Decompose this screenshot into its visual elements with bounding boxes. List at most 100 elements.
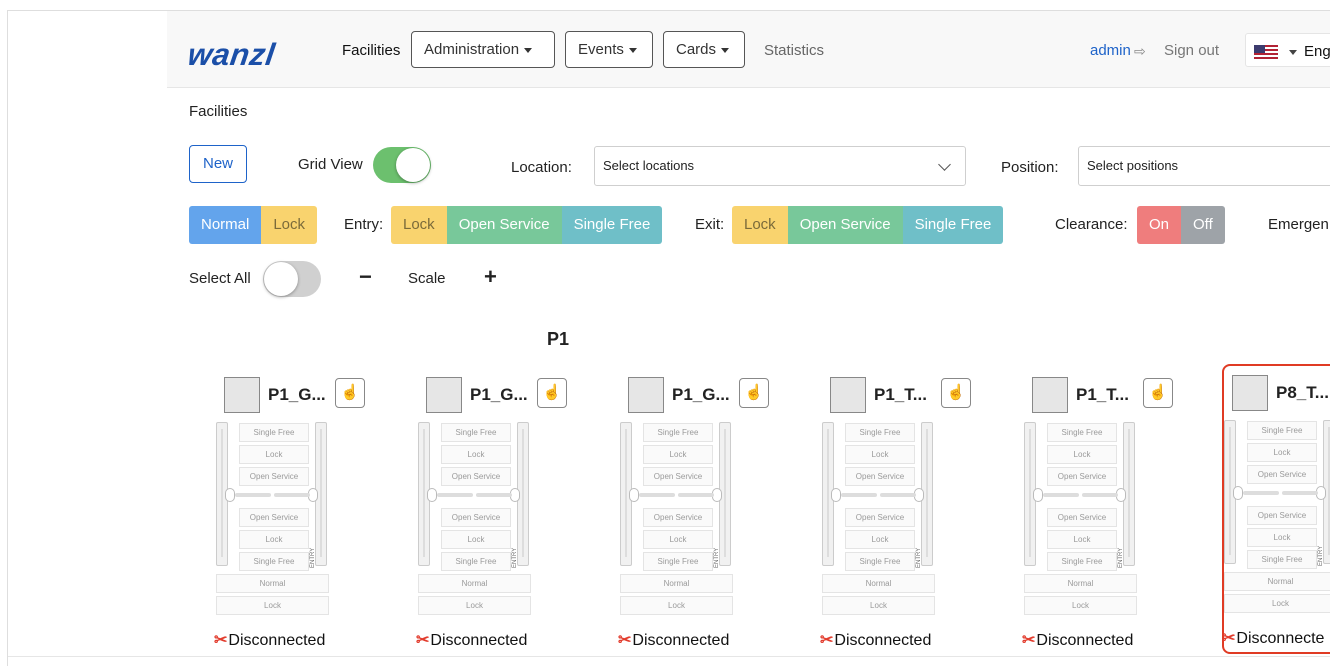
filter-lock[interactable]: Lock xyxy=(261,206,318,244)
facility-card[interactable]: P1_G... ☝ Single Free Lock Open Service Open … xyxy=(618,366,770,656)
pointer-hand-icon[interactable]: ☝ xyxy=(941,378,971,408)
mode-cell-exit[interactable]: Lock xyxy=(441,445,511,464)
mode-cell-entry[interactable]: Lock xyxy=(239,530,309,549)
clearance-on[interactable]: On xyxy=(1137,206,1182,244)
disconnected-icon: ✂ xyxy=(214,632,228,649)
facility-name[interactable]: P1_T... xyxy=(874,385,927,405)
location-select[interactable]: Select locations xyxy=(594,146,966,186)
entry-single-free[interactable]: Single Free xyxy=(561,206,663,244)
mode-cell-entry[interactable]: Open Service xyxy=(1247,506,1317,525)
language-selector[interactable]: Eng xyxy=(1245,33,1330,67)
mode-cell-main[interactable]: Lock xyxy=(418,596,531,615)
facility-card[interactable]: P1_G... ☝ Single Free Lock Open Service Open … xyxy=(416,366,568,656)
mode-cell-exit[interactable]: Open Service xyxy=(1047,467,1117,486)
mode-cell-entry[interactable]: Single Free xyxy=(643,552,713,571)
mode-cell-exit[interactable]: Open Service xyxy=(1247,465,1317,484)
mode-cell-main[interactable]: Lock xyxy=(1224,594,1330,613)
mode-cell-exit[interactable]: Lock xyxy=(239,445,309,464)
mode-cell-entry[interactable]: Single Free xyxy=(441,552,511,571)
pointer-hand-icon[interactable]: ☝ xyxy=(537,378,567,408)
mode-cell-exit[interactable]: Single Free xyxy=(441,423,511,442)
entry-open-service[interactable]: Open Service xyxy=(446,206,562,244)
select-all-toggle[interactable] xyxy=(263,261,321,297)
mode-cell-main[interactable]: Lock xyxy=(1024,596,1137,615)
mode-cell-entry[interactable]: Lock xyxy=(643,530,713,549)
mode-cell-entry[interactable]: Single Free xyxy=(239,552,309,571)
mode-cell-main[interactable]: Lock xyxy=(822,596,935,615)
zoom-out-icon[interactable]: − xyxy=(359,264,372,290)
pointer-hand-icon[interactable]: ☝ xyxy=(1143,378,1173,408)
facility-card[interactable]: P8_T...☝Single FreeLockOpen ServiceOpen … xyxy=(1222,364,1330,654)
sign-out-icon[interactable]: ⇨ xyxy=(1134,43,1146,60)
mode-cell-entry[interactable]: Lock xyxy=(441,530,511,549)
nav-administration-dropdown[interactable]: Administration xyxy=(411,31,555,68)
nav-facilities[interactable]: Facilities xyxy=(342,42,400,59)
mode-cell-exit[interactable]: Single Free xyxy=(1047,423,1117,442)
mode-cell-main[interactable]: Normal xyxy=(216,574,329,593)
sign-out-link[interactable]: Sign out xyxy=(1164,42,1219,59)
connection-status: ✂Disconnecte xyxy=(1222,628,1324,648)
mode-cell-exit[interactable]: Single Free xyxy=(1247,421,1317,440)
mode-cell-main[interactable]: Lock xyxy=(216,596,329,615)
chevron-down-icon xyxy=(1289,50,1297,55)
mode-cell-entry[interactable]: Single Free xyxy=(845,552,915,571)
mode-cell-entry[interactable]: Lock xyxy=(1047,530,1117,549)
nav-cards-dropdown[interactable]: Cards xyxy=(663,31,745,68)
wanzl-logo[interactable]: wanzl xyxy=(185,37,278,73)
mode-cell-main[interactable]: Normal xyxy=(1024,574,1137,593)
mode-cell-main[interactable]: Normal xyxy=(418,574,531,593)
position-select[interactable]: Select positions xyxy=(1078,146,1330,186)
facility-name[interactable]: P1_G... xyxy=(672,385,730,405)
mode-cell-main[interactable]: Normal xyxy=(822,574,935,593)
mode-cell-entry[interactable]: Open Service xyxy=(239,508,309,527)
exit-single-free[interactable]: Single Free xyxy=(902,206,1004,244)
new-button[interactable]: New xyxy=(189,145,247,183)
mode-filter-group: Normal Lock xyxy=(189,206,318,244)
mode-cell-exit[interactable]: Open Service xyxy=(239,467,309,486)
mode-cell-exit[interactable]: Lock xyxy=(845,445,915,464)
facility-name[interactable]: P1_G... xyxy=(268,385,326,405)
exit-lock[interactable]: Lock xyxy=(732,206,788,244)
mode-cell-entry[interactable]: Single Free xyxy=(1247,550,1317,569)
nav-events-label: Events xyxy=(578,41,624,58)
pointer-hand-icon[interactable]: ☝ xyxy=(335,378,365,408)
clearance-off[interactable]: Off xyxy=(1181,206,1225,244)
mode-cell-main[interactable]: Normal xyxy=(620,574,733,593)
user-link[interactable]: admin xyxy=(1090,42,1131,59)
nav-statistics[interactable]: Statistics xyxy=(764,42,824,59)
mode-cell-entry[interactable]: Open Service xyxy=(441,508,511,527)
exit-open-service[interactable]: Open Service xyxy=(787,206,903,244)
entry-lock[interactable]: Lock xyxy=(391,206,447,244)
filter-normal[interactable]: Normal xyxy=(189,206,262,244)
connection-status: ✂Disconnected xyxy=(416,630,527,650)
mode-cell-exit[interactable]: Lock xyxy=(643,445,713,464)
facility-card[interactable]: P1_G... ☝ Single Free Lock Open Service Open … xyxy=(214,366,366,656)
mode-cell-main[interactable]: Lock xyxy=(620,596,733,615)
facility-card[interactable]: P1_T... ☝ Single Free Lock Open Service Open … xyxy=(820,366,972,656)
nav-events-dropdown[interactable]: Events xyxy=(565,31,653,68)
mode-cell-exit[interactable]: Open Service xyxy=(441,467,511,486)
mode-cell-exit[interactable]: Open Service xyxy=(643,467,713,486)
zoom-in-icon[interactable]: + xyxy=(484,264,497,290)
mode-cell-entry[interactable]: Single Free xyxy=(1047,552,1117,571)
facility-card[interactable]: P1_T... ☝ Single Free Lock Open Service Open … xyxy=(1022,366,1174,656)
mode-cell-entry[interactable]: Lock xyxy=(1247,528,1317,547)
connection-status: ✂Disconnected xyxy=(618,630,729,650)
pointer-hand-icon[interactable]: ☝ xyxy=(739,378,769,408)
mode-cell-entry[interactable]: Lock xyxy=(845,530,915,549)
mode-cell-exit[interactable]: Single Free xyxy=(845,423,915,442)
mode-cell-exit[interactable]: Lock xyxy=(1047,445,1117,464)
mode-cell-exit[interactable]: Open Service xyxy=(845,467,915,486)
grid-view-toggle[interactable] xyxy=(373,147,431,183)
facility-name[interactable]: P1_G... xyxy=(470,385,528,405)
mode-cell-entry[interactable]: Open Service xyxy=(1047,508,1117,527)
mode-cell-main[interactable]: Normal xyxy=(1224,572,1330,591)
facility-name[interactable]: P8_T... xyxy=(1276,383,1329,403)
facility-name[interactable]: P1_T... xyxy=(1076,385,1129,405)
mode-cell-exit[interactable]: Single Free xyxy=(643,423,713,442)
mode-cell-entry[interactable]: Open Service xyxy=(643,508,713,527)
language-label: Eng xyxy=(1304,43,1330,60)
mode-cell-exit[interactable]: Lock xyxy=(1247,443,1317,462)
mode-cell-entry[interactable]: Open Service xyxy=(845,508,915,527)
mode-cell-exit[interactable]: Single Free xyxy=(239,423,309,442)
